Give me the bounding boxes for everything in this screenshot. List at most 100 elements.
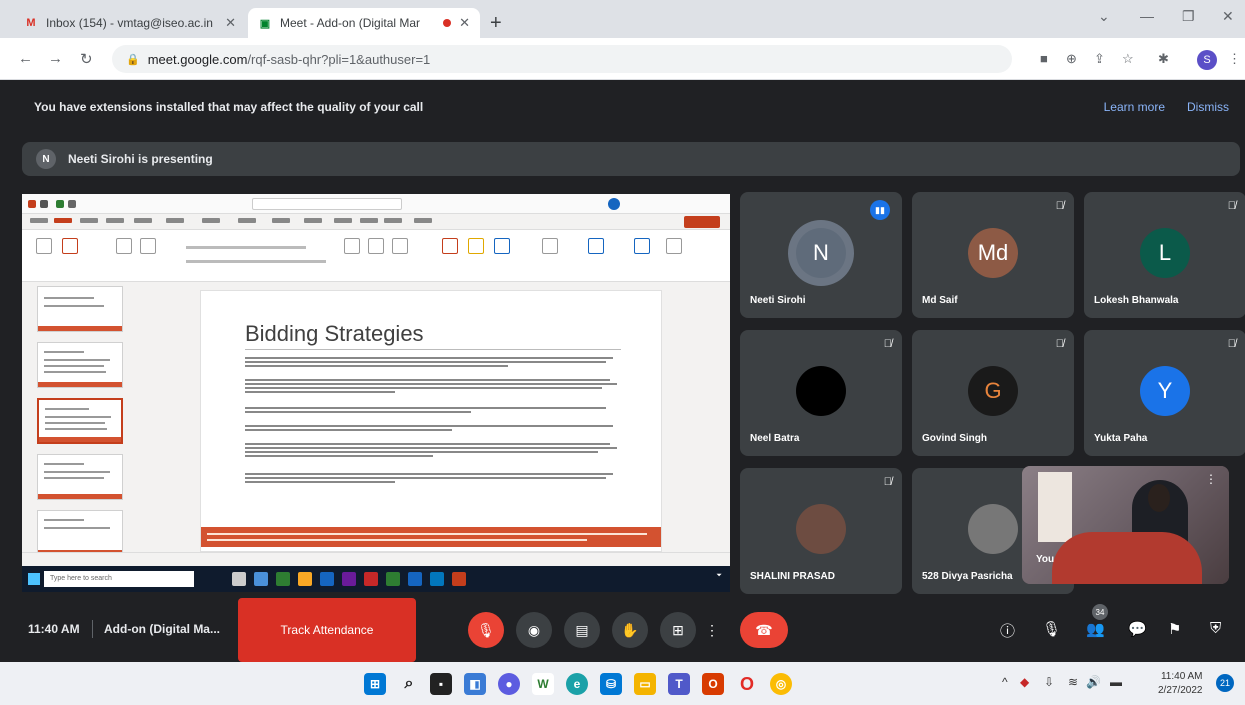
system-date: 2/27/2022 [1158,685,1203,696]
url-field[interactable]: 🔒 meet.google.com/rqf-sasb-qhr?pli=1&aut… [112,45,1012,73]
meet-icon: ▣ [259,17,271,30]
participant-name: SHALINI PRASAD [750,571,836,582]
participant-avatar: Y [1140,366,1190,416]
battery-icon[interactable]: ▬ [1110,675,1122,689]
captions-button[interactable]: ▤ [564,612,600,648]
store-icon[interactable]: ⛁ [600,673,622,695]
lock-icon: 🔒 [126,53,140,66]
activities-icon[interactable]: ⚑ [1168,620,1181,638]
share-button [684,216,720,228]
mic-off-icon: 🎙̸ [1227,200,1236,212]
slide-thumbnail-selected [37,398,123,444]
share-icon[interactable]: ⇪ [1094,51,1105,67]
zoom-icon[interactable]: ⊕ [1066,51,1077,67]
slide-notes-bar [201,527,661,547]
mic-off-icon: 🎙̸ [1227,338,1236,350]
extension-warning-banner: You have extensions installed that may a… [0,80,1245,134]
recording-indicator [443,19,452,27]
edge-icon[interactable]: e [566,673,588,695]
shared-screen: Bidding Strategies Type here to search ⏷ [22,194,730,592]
more-options-button[interactable]: ⋮ [702,612,722,648]
participant-tile[interactable]: 🎙̸ Md Md Saif [912,192,1074,318]
office-app-icon[interactable]: O [702,673,724,695]
close-window-button[interactable]: ✕ [1222,8,1234,25]
meeting-title: Add-on (Digital Ma... [104,622,220,636]
participant-tile[interactable]: 🎙̸ SHALINI PRASAD [740,468,902,594]
speaking-icon: ▮▮ [870,200,890,220]
chevron-up-icon[interactable]: ^ [1002,675,1008,689]
url-host: meet.google.com [147,51,248,67]
taskbar-search: Type here to search [44,571,194,587]
menu-icon[interactable]: ⋮ [1228,51,1241,67]
participant-name: Yukta Paha [1094,433,1148,444]
more-options-icon[interactable]: ⋮ [1205,472,1217,486]
host-controls-icon[interactable]: ⛨ [1210,620,1221,637]
search-icon[interactable]: ⌕ [398,673,420,695]
file-explorer-icon[interactable]: ▭ [634,673,656,695]
participant-name: Neeti Sirohi [750,295,806,306]
teams-chat-icon[interactable]: ● [498,673,520,695]
app-tray-icon[interactable]: ◆ [1020,675,1029,689]
notification-badge[interactable]: 21 [1216,674,1234,692]
minimize-button[interactable]: — [1140,8,1154,24]
mic-off-button[interactable]: 🎙 [468,612,504,648]
slide-paragraph [245,443,621,459]
host-mic-icon[interactable]: 🎙 [1042,620,1061,638]
participant-tile[interactable]: 🎙̸ Neel Batra [740,330,902,456]
present-button[interactable]: ⊞ [660,612,696,648]
people-icon[interactable]: 👥 [1086,620,1105,638]
slide-thumbnail [37,342,123,388]
profile-avatar[interactable]: S [1197,50,1217,70]
track-attendance-button[interactable]: Track Attendance [238,598,416,662]
search-input [252,198,402,210]
info-icon[interactable]: ⓘ [1000,620,1015,641]
participant-name: 528 Divya Pasricha [922,571,1013,582]
chevron-down-icon[interactable]: ⌄ [1098,8,1110,25]
ribbon [22,230,730,282]
participant-avatar [968,504,1018,554]
mic-off-icon: 🎙̸ [1055,338,1064,350]
system-clock[interactable]: 11:40 AM 2/27/2022 [1158,670,1203,698]
maximize-button[interactable]: ❐ [1182,8,1195,25]
widgets-icon[interactable]: ◧ [464,673,486,695]
learn-more-link[interactable]: Learn more [1104,100,1165,114]
participant-name: Govind Singh [922,433,987,444]
tab-meet[interactable]: ▣ Meet - Add-on (Digital Mar ✕ [248,8,480,38]
mic-off-icon: 🎙̸ [1055,200,1064,212]
close-icon[interactable]: ✕ [459,15,470,31]
participant-avatar: Md [968,228,1018,278]
url-path: /rqf-sasb-qhr?pli=1&authuser=1 [247,51,431,67]
star-icon[interactable]: ☆ [1122,51,1134,67]
slide-thumbnail [37,454,123,500]
participant-tile[interactable]: ▮▮ N Neeti Sirohi [740,192,902,318]
tab-inbox[interactable]: M Inbox (154) - vmtag@iseo.ac.in ✕ [14,8,246,38]
raise-hand-button[interactable]: ✋ [612,612,648,648]
opera-icon[interactable]: O [736,673,758,695]
slide-thumbnails [22,282,132,564]
slide-thumbnail [37,286,123,332]
chat-icon[interactable]: 💬 [1128,620,1147,638]
dismiss-button[interactable]: Dismiss [1187,100,1229,114]
reload-icon[interactable]: ↻ [80,50,93,68]
start-icon[interactable]: ⊞ [364,673,386,695]
banner-message: You have extensions installed that may a… [34,100,424,114]
forward-icon[interactable]: → [48,50,63,67]
office-icon[interactable]: W [532,673,554,695]
chrome-icon[interactable]: ◎ [770,673,792,695]
new-tab-button[interactable]: + [490,12,502,35]
extensions-icon[interactable]: ✱ [1158,51,1169,67]
volume-icon[interactable]: 🔊 [1086,675,1101,689]
wifi-icon[interactable]: ≋ [1068,675,1078,689]
teams-icon[interactable]: T [668,673,690,695]
camera-button[interactable]: ◉ [516,612,552,648]
usb-icon[interactable]: ⇩ [1044,675,1054,689]
camera-icon[interactable]: ■ [1040,51,1048,66]
leave-call-button[interactable]: ☎ [740,612,788,648]
task-view-icon[interactable]: ▪ [430,673,452,695]
participant-tile[interactable]: 🎙̸ Y Yukta Paha [1084,330,1245,456]
back-icon[interactable]: ← [18,50,33,67]
self-view-tile[interactable]: You ⋮ [1022,466,1229,584]
participant-tile[interactable]: 🎙̸ G Govind Singh [912,330,1074,456]
close-icon[interactable]: ✕ [225,15,236,31]
participant-tile[interactable]: 🎙̸ L Lokesh Bhanwala [1084,192,1245,318]
